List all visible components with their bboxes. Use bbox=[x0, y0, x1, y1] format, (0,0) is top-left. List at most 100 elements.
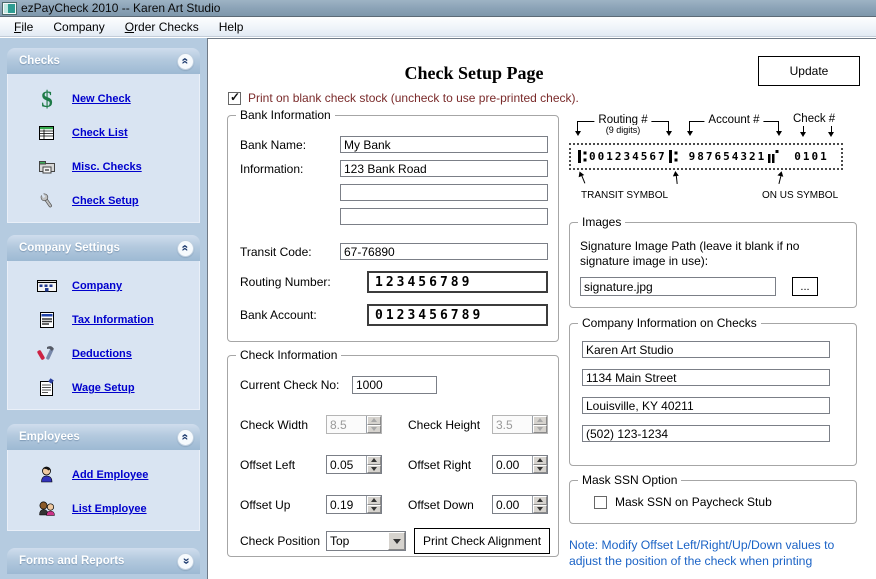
down-arrow-icon bbox=[800, 126, 806, 137]
check-list-link[interactable]: Check List bbox=[72, 127, 128, 139]
tax-document-icon bbox=[34, 310, 60, 330]
menu-help[interactable]: Help bbox=[209, 18, 254, 36]
spin-down-button[interactable] bbox=[533, 505, 547, 514]
sidebar-section-forms-and-reports: Forms and Reports « bbox=[7, 548, 200, 574]
group-legend: Mask SSN Option bbox=[578, 473, 681, 487]
collapse-button[interactable]: « bbox=[177, 429, 194, 446]
down-arrow-icon bbox=[687, 131, 693, 136]
section-title: Employees bbox=[19, 431, 80, 443]
bank-account-input[interactable] bbox=[367, 304, 548, 326]
sidebar-item-company[interactable]: Company bbox=[8, 269, 199, 303]
spin-down-button[interactable] bbox=[367, 505, 381, 514]
current-check-no-input[interactable] bbox=[352, 376, 437, 394]
company-phone-input[interactable] bbox=[582, 425, 830, 442]
check-setup-link[interactable]: Check Setup bbox=[72, 195, 139, 207]
bank-name-input[interactable] bbox=[340, 136, 548, 153]
routing-sublabel: (9 digits) bbox=[604, 125, 643, 135]
check-position-label: Check Position bbox=[240, 534, 326, 548]
sidebar-item-tax-information[interactable]: Tax Information bbox=[8, 303, 199, 337]
list-employee-link[interactable]: List Employee bbox=[72, 503, 147, 515]
signature-path-caption: Signature Image Path (leave it blank if … bbox=[580, 239, 846, 269]
company-link[interactable]: Company bbox=[72, 280, 122, 292]
company-street-input[interactable] bbox=[582, 369, 830, 386]
sidebar-item-check-list[interactable]: Check List bbox=[8, 116, 199, 150]
offset-right-spinner[interactable]: 0.00 bbox=[492, 455, 548, 474]
transit-code-label: Transit Code: bbox=[240, 245, 340, 259]
collapse-button[interactable]: « bbox=[177, 53, 194, 70]
mask-ssn-group: Mask SSN Option Mask SSN on Paycheck Stu… bbox=[569, 480, 857, 524]
blank-stock-checkbox[interactable] bbox=[228, 92, 241, 105]
page-title: Check Setup Page bbox=[405, 63, 544, 84]
dropdown-arrow-button[interactable] bbox=[388, 532, 405, 550]
update-button[interactable]: Update bbox=[758, 56, 860, 86]
company-name-input[interactable] bbox=[582, 341, 830, 358]
menubar: File Company Order Checks Help bbox=[0, 17, 876, 37]
spinner-value: 0.00 bbox=[493, 456, 532, 473]
company-city-input[interactable] bbox=[582, 397, 830, 414]
print-check-alignment-button[interactable]: Print Check Alignment bbox=[414, 528, 550, 554]
sidebar-item-wage-setup[interactable]: Wage Setup bbox=[8, 371, 199, 405]
spin-up-button[interactable] bbox=[533, 456, 547, 465]
spin-up-button[interactable] bbox=[367, 456, 381, 465]
company-information-group: Company Information on Checks bbox=[569, 323, 857, 466]
sidebar-item-new-check[interactable]: $ New Check bbox=[8, 82, 199, 116]
onus-symbol-label: ON US SYMBOL bbox=[762, 190, 838, 201]
app-icon bbox=[3, 3, 16, 14]
bank-information-group: Bank Information Bank Name: Information: bbox=[227, 115, 559, 342]
transit-symbol-icon bbox=[578, 150, 587, 163]
bank-information-input-3[interactable] bbox=[340, 208, 548, 225]
mask-ssn-checkbox[interactable] bbox=[594, 496, 607, 509]
check-position-dropdown[interactable]: Top bbox=[326, 531, 406, 551]
offset-up-spinner[interactable]: 0.19 bbox=[326, 495, 382, 514]
menu-file[interactable]: File bbox=[4, 18, 43, 36]
spinner-value: 8.5 bbox=[327, 416, 366, 433]
browse-button[interactable]: ... bbox=[792, 277, 818, 296]
section-panel: Company Tax Information Deductions bbox=[7, 261, 200, 410]
sidebar-item-misc-checks[interactable]: Misc. Checks bbox=[8, 150, 199, 184]
people-icon bbox=[34, 499, 60, 519]
deductions-link[interactable]: Deductions bbox=[72, 348, 132, 360]
down-arrow-icon bbox=[666, 131, 672, 136]
collapse-button[interactable]: « bbox=[177, 240, 194, 257]
menu-order-checks[interactable]: Order Checks bbox=[115, 18, 209, 36]
bank-information-input-1[interactable] bbox=[340, 160, 548, 177]
section-header-checks[interactable]: Checks « bbox=[7, 48, 200, 74]
misc-checks-link[interactable]: Misc. Checks bbox=[72, 161, 142, 173]
sidebar-item-check-setup[interactable]: Check Setup bbox=[8, 184, 199, 218]
transit-symbol-label: TRANSIT SYMBOL bbox=[581, 190, 668, 201]
app-window: ezPayCheck 2010 -- Karen Art Studio File… bbox=[0, 0, 876, 37]
bank-information-input-2[interactable] bbox=[340, 184, 548, 201]
spin-up-button[interactable] bbox=[533, 496, 547, 505]
down-arrow-icon bbox=[575, 131, 581, 136]
menu-company[interactable]: Company bbox=[43, 18, 114, 36]
section-title: Checks bbox=[19, 55, 60, 67]
wage-setup-link[interactable]: Wage Setup bbox=[72, 382, 135, 394]
add-employee-link[interactable]: Add Employee bbox=[72, 469, 148, 481]
check-height-spinner: 3.5 bbox=[492, 415, 548, 434]
chevron-up-icon: « bbox=[180, 434, 192, 441]
transit-code-input[interactable] bbox=[340, 243, 548, 260]
micr-check-digits: 0101 bbox=[794, 150, 829, 163]
signature-path-input[interactable] bbox=[580, 277, 776, 296]
section-header-employees[interactable]: Employees « bbox=[7, 424, 200, 450]
section-header-company-settings[interactable]: Company Settings « bbox=[7, 235, 200, 261]
check-number-label: Check # bbox=[793, 113, 835, 125]
offset-down-spinner[interactable]: 0.00 bbox=[492, 495, 548, 514]
group-legend: Images bbox=[578, 215, 625, 229]
spin-down-button[interactable] bbox=[533, 465, 547, 474]
spin-down-button[interactable] bbox=[367, 465, 381, 474]
printer-icon bbox=[34, 157, 60, 177]
tax-information-link[interactable]: Tax Information bbox=[72, 314, 154, 326]
expand-button[interactable]: « bbox=[177, 553, 194, 570]
new-check-link[interactable]: New Check bbox=[72, 93, 131, 105]
sidebar-item-list-employee[interactable]: List Employee bbox=[8, 492, 199, 526]
check-height-label: Check Height bbox=[408, 418, 492, 432]
sidebar-item-add-employee[interactable]: Add Employee bbox=[8, 458, 199, 492]
routing-number-input[interactable] bbox=[367, 271, 548, 293]
sidebar-item-deductions[interactable]: Deductions bbox=[8, 337, 199, 371]
offset-left-spinner[interactable]: 0.05 bbox=[326, 455, 382, 474]
section-header-forms-and-reports[interactable]: Forms and Reports « bbox=[7, 548, 200, 574]
sidebar-section-employees: Employees « Add Employee List Emp bbox=[7, 424, 200, 531]
spin-up-button[interactable] bbox=[367, 496, 381, 505]
images-group: Images Signature Image Path (leave it bl… bbox=[569, 222, 857, 308]
